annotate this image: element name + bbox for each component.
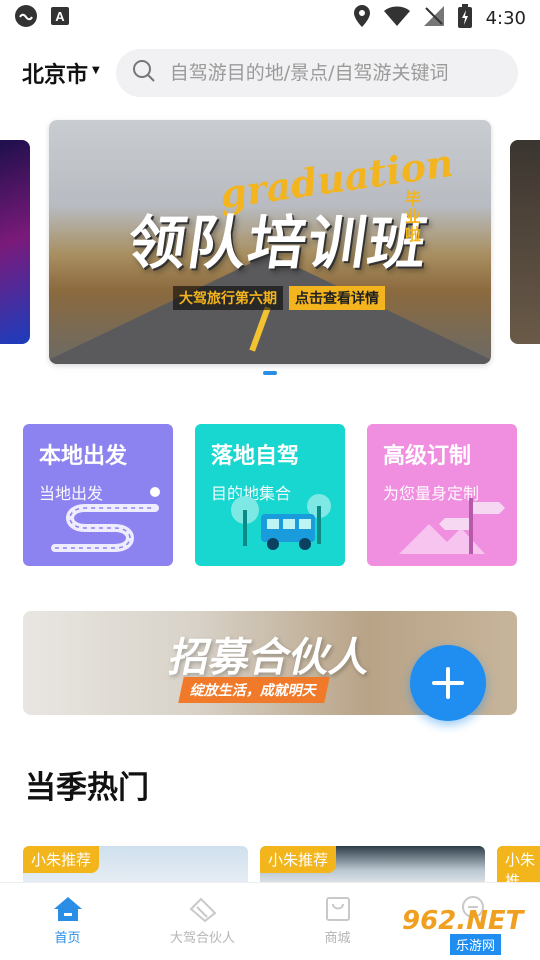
status-bar: A 4:30 (0, 0, 540, 36)
category-cards: 本地出发 当地出发 落地自驾 目的地集合 高级订制 为您量身定制 (23, 424, 517, 566)
location-icon (353, 5, 370, 31)
carousel-dot-active (263, 371, 277, 375)
camper-van-icon (231, 494, 331, 550)
home-icon (53, 897, 82, 921)
shopping-bag-icon (325, 897, 350, 921)
tab-home[interactable]: 首页 (0, 883, 135, 960)
tab-label: 大驾合伙人 (169, 931, 235, 946)
recommend-tag: 小朱推荐 (260, 846, 337, 873)
add-button[interactable] (410, 645, 486, 721)
winding-road-icon (51, 487, 160, 552)
caret-down-icon: ▼ (92, 64, 100, 76)
hot-card[interactable]: 小朱推 (497, 846, 540, 886)
battery-charging-icon (457, 4, 472, 32)
signpost-icon (399, 498, 505, 554)
clock: 4:30 (485, 7, 526, 29)
hot-list: 小朱推荐 小朱推荐 小朱推 (23, 846, 540, 886)
city-label: 北京市 (22, 63, 89, 88)
app-notification-icon (14, 4, 38, 32)
card-title: 落地自驾 (211, 444, 300, 469)
category-local-departure[interactable]: 本地出发 当地出发 (23, 424, 173, 566)
banner-sub-left: 大驾旅行第六期 (173, 286, 283, 310)
tab-label: 首页 (54, 931, 81, 946)
banner-slide[interactable]: graduation 领队培训班 毕业啦 大驾旅行第六期 点击查看详情 (49, 120, 491, 364)
banner-next-slide[interactable] (510, 140, 540, 344)
font-notification-icon: A (50, 6, 70, 30)
tab-label: 商城 (324, 931, 351, 946)
banner-side-text: 毕业啦 (405, 189, 422, 244)
wifi-icon (383, 6, 410, 30)
recruit-slogan: 绽放生活，成就明天 (178, 677, 330, 703)
svg-text:A: A (55, 9, 65, 24)
card-title: 本地出发 (39, 444, 128, 469)
recommend-tag: 小朱推荐 (23, 846, 100, 873)
city-selector[interactable]: 北京市 ▼ (22, 57, 100, 89)
search-icon (132, 59, 156, 87)
search-bar[interactable] (115, 49, 518, 97)
hot-card[interactable]: 小朱推荐 (23, 846, 248, 886)
banner-sub-right: 点击查看详情 (289, 286, 385, 310)
hot-card[interactable]: 小朱推荐 (260, 846, 485, 886)
card-title: 高级订制 (383, 444, 472, 469)
category-self-drive[interactable]: 落地自驾 目的地集合 (195, 424, 345, 566)
plus-icon (432, 667, 464, 699)
recommend-tag: 小朱推 (497, 846, 540, 886)
site-watermark: 962.NET 乐游网 (402, 906, 536, 955)
banner-title: 领队培训班 (123, 209, 434, 277)
handshake-icon (189, 897, 216, 923)
no-signal-icon (423, 6, 444, 30)
watermark-site: 乐游网 (450, 934, 502, 955)
carousel-indicator (0, 371, 540, 375)
header: 北京市 ▼ (0, 48, 540, 98)
section-title: 当季热门 (25, 770, 149, 806)
tab-partner[interactable]: 大驾合伙人 (135, 883, 270, 960)
banner-subtitle: 大驾旅行第六期 点击查看详情 (173, 286, 385, 310)
search-input[interactable] (169, 62, 502, 84)
recruit-title: 招募合伙人 (165, 635, 376, 681)
banner-prev-slide[interactable] (0, 140, 30, 344)
category-custom-tour[interactable]: 高级订制 为您量身定制 (367, 424, 517, 566)
tab-shop[interactable]: 商城 (270, 883, 405, 960)
watermark-brand: 962.NET (402, 906, 524, 936)
